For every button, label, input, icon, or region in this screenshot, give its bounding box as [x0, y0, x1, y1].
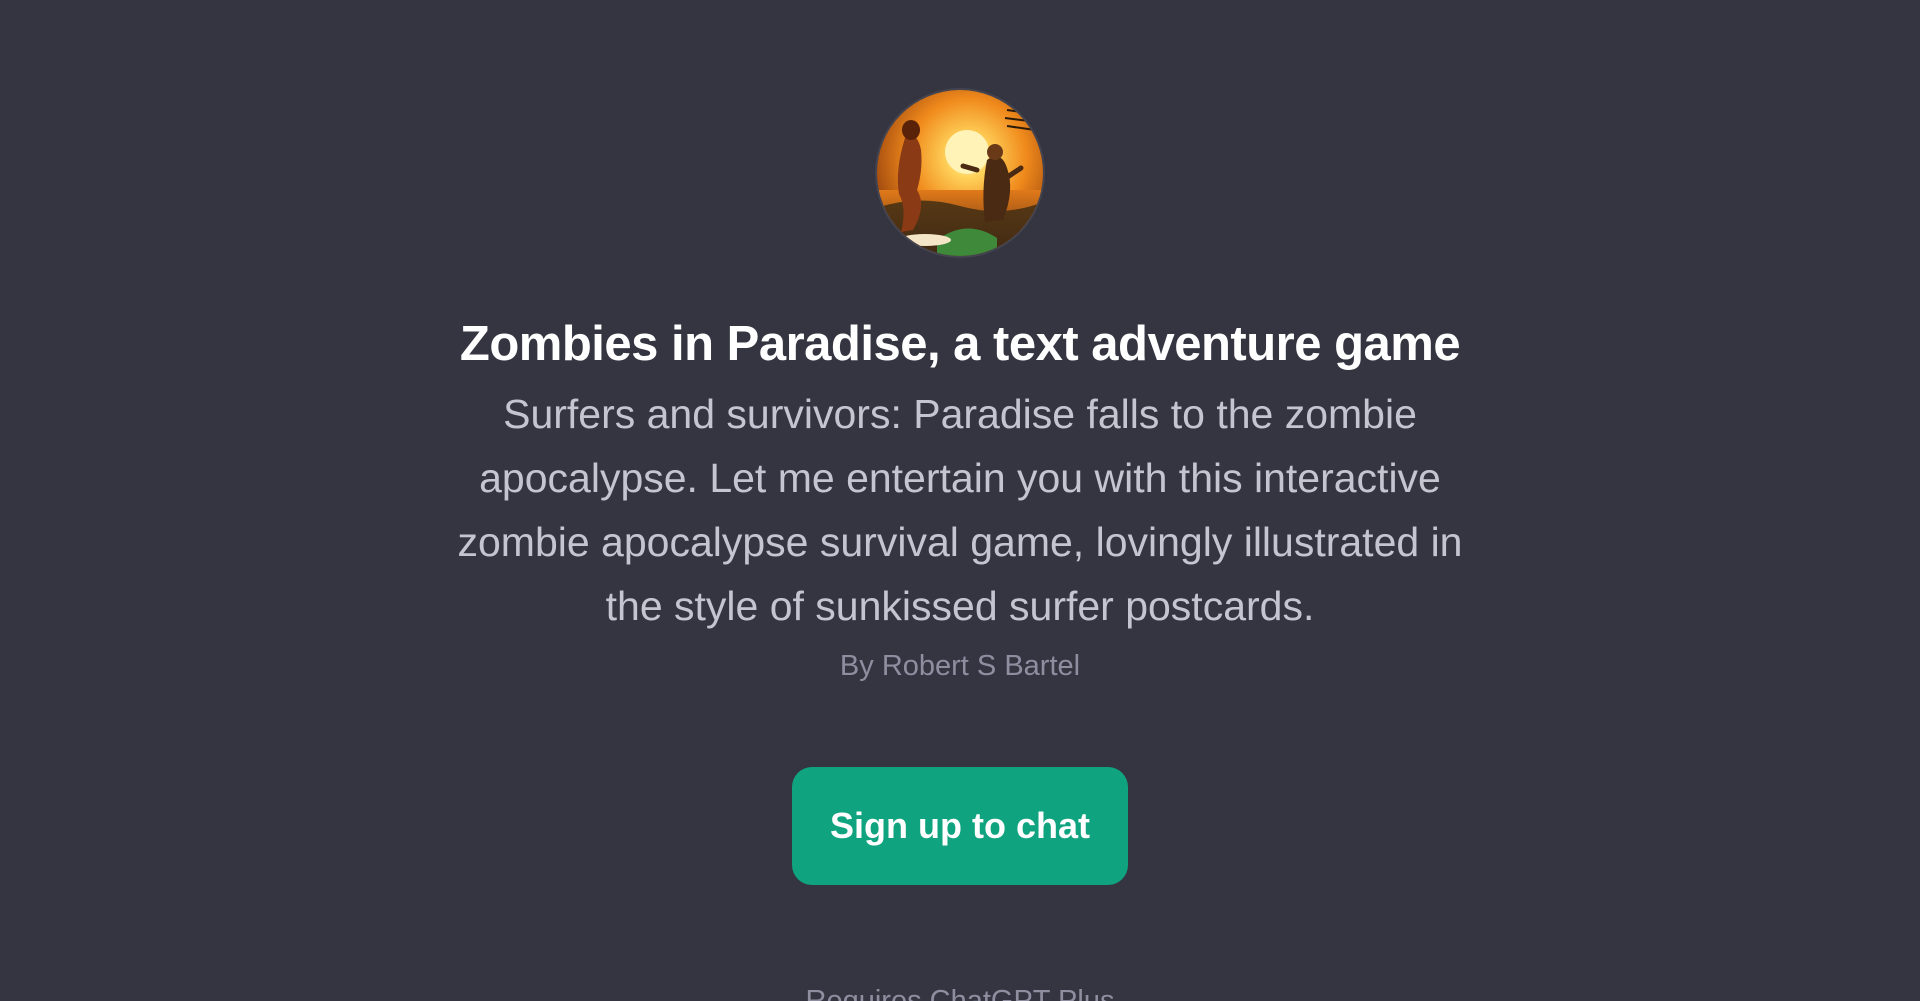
gpt-description: Surfers and survivors: Paradise falls to…: [457, 391, 1463, 629]
gpt-landing-page: Zombies in Paradise, a text adventure ga…: [0, 0, 1920, 1001]
gpt-title: Zombies in Paradise, a text adventure ga…: [459, 317, 1461, 371]
gpt-author: By Robert S Bartel: [839, 650, 1081, 682]
requires-plus-note: Requires ChatGPT Plus: [805, 985, 1115, 1001]
sign-up-to-chat-button[interactable]: Sign up to chat: [792, 767, 1128, 885]
surfer-zombie-illustration-icon: [877, 90, 1043, 256]
gpt-avatar: [877, 90, 1043, 256]
